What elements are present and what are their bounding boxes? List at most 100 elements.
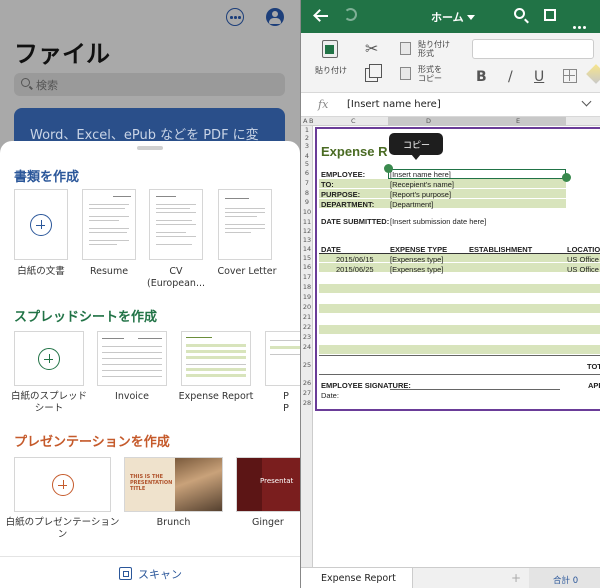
row-number[interactable]: 12 — [301, 227, 313, 235]
row-number[interactable]: 14 — [301, 245, 313, 253]
row-number[interactable]: 17 — [301, 273, 313, 281]
excel-top-bar: ホーム — [301, 0, 600, 33]
sheet-grabber[interactable] — [137, 146, 163, 150]
scan-button[interactable]: スキャン — [0, 556, 300, 588]
row-number[interactable]: 21 — [301, 313, 313, 321]
paste-format-label[interactable]: 貼り付け 形式 — [418, 40, 450, 58]
more-icon[interactable] — [573, 14, 588, 33]
cell-department-label[interactable]: DEPARTMENT: — [321, 200, 374, 209]
expense-report-template-tile[interactable] — [181, 331, 251, 386]
chevron-down-icon[interactable] — [581, 96, 592, 107]
table-cell[interactable]: US Office — [567, 265, 599, 274]
row-number[interactable]: 11 — [301, 218, 313, 226]
resume-template-tile[interactable] — [82, 189, 136, 260]
tile-label: CV (European... — [146, 266, 206, 289]
format-painter-icon[interactable] — [400, 67, 411, 80]
selected-cell[interactable] — [388, 169, 566, 179]
row-number[interactable]: 13 — [301, 236, 313, 244]
tile-label: Cover Letter — [217, 266, 277, 277]
account-icon[interactable] — [266, 8, 284, 26]
spreadsheet-grid[interactable]: A B C D E 1 2 3 4 5 6 7 8 9 10 11 12 13 14 15 16 17 18 19 2… — [301, 117, 600, 567]
add-sheet-button[interactable]: + — [511, 571, 521, 585]
fill-color-icon[interactable] — [586, 64, 600, 84]
row-number[interactable]: 23 — [301, 333, 313, 341]
cell-to-value[interactable]: [Recepient's name] — [390, 180, 454, 189]
row-number[interactable]: 15 — [301, 254, 313, 262]
format-copy-label[interactable]: 形式を コピー — [418, 65, 442, 83]
sum-status[interactable]: 合計 0 — [529, 568, 600, 588]
selection-handle-start[interactable] — [384, 164, 393, 173]
fx-label: fx — [318, 98, 329, 111]
tile-label: Ginger — [252, 517, 284, 528]
row-number[interactable]: 1 — [301, 126, 313, 134]
italic-button[interactable]: / — [508, 69, 513, 85]
undo-icon[interactable] — [344, 8, 357, 21]
cell-purpose-value[interactable]: [Report's purpose] — [390, 190, 451, 199]
font-selector[interactable] — [472, 39, 594, 59]
row-number[interactable]: 28 — [301, 399, 313, 407]
row-number[interactable]: 6 — [301, 169, 313, 177]
table-cell[interactable]: US Office — [567, 255, 599, 264]
row-number[interactable]: 4 — [301, 152, 313, 160]
table-cell[interactable]: [Expenses type] — [390, 255, 443, 264]
row-number[interactable]: 22 — [301, 323, 313, 331]
cell-date-submitted-label[interactable]: DATE SUBMITTED: — [321, 217, 389, 226]
row-number[interactable]: 16 — [301, 263, 313, 271]
paste-label[interactable]: 貼り付け — [315, 66, 347, 75]
sheet-tab-expense-report[interactable]: Expense Report — [301, 568, 413, 588]
back-arrow-icon[interactable] — [314, 10, 328, 22]
row-number[interactable]: 26 — [301, 379, 313, 387]
cell-department-value[interactable]: [Department] — [390, 200, 433, 209]
ginger-template-tile[interactable]: Presentat — [236, 457, 300, 512]
row-number[interactable]: 18 — [301, 283, 313, 291]
underline-button[interactable]: U — [534, 69, 544, 85]
blank-presentation-tile[interactable] — [14, 457, 111, 512]
cell-to-label[interactable]: TO: — [321, 180, 334, 189]
borders-icon[interactable] — [563, 69, 577, 83]
paste-format-icon[interactable] — [400, 42, 411, 55]
cell-purpose-label[interactable]: PURPOSE: — [321, 190, 360, 199]
row-number[interactable]: 9 — [301, 198, 313, 206]
row-number[interactable]: 7 — [301, 179, 313, 187]
copy-icon[interactable] — [365, 64, 382, 82]
invoice-template-tile[interactable] — [97, 331, 167, 386]
table-cell[interactable]: 2015/06/25 — [336, 265, 374, 274]
blank-spreadsheet-tile[interactable] — [14, 331, 84, 386]
home-tab-selector[interactable]: ホーム — [431, 9, 464, 25]
scan-label: スキャン — [138, 568, 182, 581]
brunch-template-tile[interactable]: THIS IS THE PRESENTATION TITLE — [124, 457, 223, 512]
bold-button[interactable]: B — [476, 69, 487, 85]
formula-value[interactable]: [Insert name here] — [347, 99, 441, 110]
scissors-icon[interactable]: ✂ — [365, 39, 378, 58]
search-icon[interactable] — [514, 8, 525, 19]
row-number[interactable]: 24 — [301, 343, 313, 351]
cell-date-label[interactable]: Date: — [321, 391, 339, 400]
cell-approved-label[interactable]: APP — [588, 381, 600, 390]
table-cell[interactable]: [Expenses type] — [390, 265, 443, 274]
cover-letter-template-tile[interactable] — [218, 189, 272, 260]
row-number[interactable]: 20 — [301, 303, 313, 311]
fullscreen-icon[interactable] — [544, 9, 556, 21]
formula-bar[interactable]: fx [Insert name here] — [301, 93, 600, 117]
row-number[interactable]: 5 — [301, 160, 313, 168]
copy-tooltip[interactable]: コピー — [389, 133, 443, 160]
row-number[interactable]: 8 — [301, 189, 313, 197]
more-options-icon[interactable] — [226, 8, 244, 26]
cell-date-submitted-value[interactable]: [Insert submission date here] — [390, 217, 486, 226]
selection-handle-end[interactable] — [562, 173, 571, 182]
cv-template-tile[interactable] — [149, 189, 203, 260]
row-number[interactable]: 10 — [301, 208, 313, 216]
row-number[interactable]: 25 — [301, 361, 313, 369]
files-header: ファイル 検索 Word、Excel、ePub などを PDF に変 — [0, 0, 300, 154]
spreadsheet-template-tile-partial[interactable] — [265, 331, 300, 386]
cell-employee-label[interactable]: EMPLOYEE: — [321, 170, 365, 179]
row-number[interactable]: 19 — [301, 293, 313, 301]
row-number[interactable]: 3 — [301, 142, 313, 150]
table-cell[interactable]: 2015/06/15 — [336, 255, 374, 264]
row-number[interactable]: 27 — [301, 389, 313, 397]
search-input[interactable]: 検索 — [14, 73, 285, 96]
paste-icon[interactable] — [322, 40, 338, 58]
blank-document-tile[interactable] — [14, 189, 68, 260]
row-number[interactable]: 2 — [301, 134, 313, 142]
cell-total-label[interactable]: TOT — [587, 362, 600, 371]
